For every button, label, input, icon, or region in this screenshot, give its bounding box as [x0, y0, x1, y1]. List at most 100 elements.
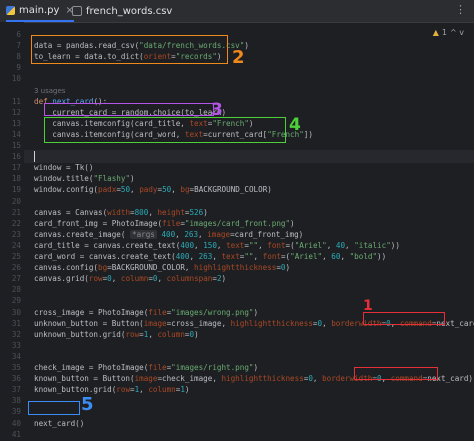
code-token: ,	[139, 385, 149, 395]
code-token: ,	[130, 185, 140, 195]
code-token: padx	[98, 185, 117, 195]
annotation-number-purple: 3	[211, 100, 223, 120]
tab-french-words-csv[interactable]: french_words.csv	[72, 0, 172, 22]
code-token: "images/card_front.png"	[184, 218, 291, 228]
more-tabs-icon[interactable]: ⋮	[455, 3, 466, 16]
code-token: column	[120, 274, 149, 284]
code-token: command	[390, 374, 423, 384]
parameter-hint: *args	[130, 229, 157, 239]
code-token: =next_card)	[422, 374, 473, 384]
code-token: command	[399, 318, 432, 328]
code-editor[interactable]: 6 7 data = pandas.read_csv("data/french_wo…	[0, 22, 474, 439]
code-token: =(	[285, 240, 295, 250]
code-token: "italic"	[354, 240, 391, 250]
code-token: ,	[326, 240, 336, 250]
code-token: known_button.grid(	[34, 385, 117, 395]
code-token: 40	[335, 240, 346, 250]
annotation-number-blue: 5	[81, 394, 94, 415]
code-token: canvas.itemconfig(card_title,	[34, 118, 190, 128]
code-token: text	[189, 118, 208, 128]
code-token: font	[267, 240, 286, 250]
code-token: "Flashy"	[93, 174, 131, 184]
code-token: highlightthickness	[230, 318, 313, 328]
code-token: )	[221, 274, 227, 284]
code-token: ,	[312, 374, 323, 384]
code-token: "records"	[175, 52, 217, 62]
code-token: canvas.create_image(	[34, 229, 131, 239]
code-token: )	[130, 174, 135, 184]
code-token: =check_image,	[157, 374, 222, 384]
code-token: 263	[198, 252, 213, 261]
text-caret	[34, 151, 35, 163]
code-token: window.title(	[34, 174, 94, 184]
code-token: ,	[258, 240, 268, 250]
code-token: image	[207, 229, 231, 239]
code-token: text	[226, 240, 245, 250]
code-token: )	[248, 118, 254, 128]
code-token: check_image = PhotoImage(	[34, 363, 149, 372]
code-token: borderwidth	[331, 318, 382, 328]
code-token: =card_front_img)	[230, 229, 304, 239]
code-token: highlightthickness	[194, 263, 277, 273]
code-token: card_word = canvas.create_text(	[34, 252, 176, 261]
code-token: window.config(	[34, 185, 99, 195]
code-token: 800	[134, 207, 149, 217]
line-number: 41	[11, 429, 21, 439]
csv-file-icon	[72, 6, 82, 16]
code-token: text	[184, 129, 204, 139]
code-token: column	[148, 385, 176, 395]
code-token: row	[125, 329, 140, 339]
code-token: "Ariel"	[290, 252, 323, 261]
code-token: text	[221, 252, 240, 261]
code-token: =next_card)	[431, 318, 474, 328]
code-token: ,	[111, 274, 121, 284]
python-file-icon	[6, 5, 15, 15]
code-token: 400	[175, 252, 190, 261]
code-token: "French"	[212, 118, 249, 128]
code-token: ))	[390, 240, 400, 250]
usages-hint[interactable]: 3 usages	[34, 87, 65, 95]
code-token: row	[88, 274, 103, 284]
code-token: 50	[162, 185, 172, 195]
code-token: pady	[139, 185, 158, 195]
code-token: next_card	[52, 96, 94, 106]
code-token: to_learn = data.to_dict(	[34, 52, 144, 62]
code-token: card_title = canvas.create_text(	[34, 240, 181, 250]
code-token: )	[194, 329, 199, 339]
tab-main-py[interactable]: main.py ×	[6, 0, 74, 22]
code-token: )	[216, 52, 222, 62]
code-line[interactable]: 41	[0, 428, 474, 441]
code-token: font	[262, 252, 281, 261]
code-token: 50	[120, 185, 131, 195]
code-token: ,	[189, 252, 199, 261]
code-token: canvas.grid(	[34, 274, 89, 284]
code-token: "images/wrong.png"	[171, 307, 254, 317]
annotation-number-red: 1	[363, 298, 373, 314]
code-token: ,	[381, 374, 391, 384]
code-token: file	[162, 218, 181, 228]
code-token: image	[134, 374, 158, 384]
code-token: 400	[180, 240, 195, 250]
code-token: )	[253, 307, 259, 317]
code-token: file	[148, 307, 167, 317]
code-token: borderwidth	[322, 374, 373, 384]
code-token: )	[184, 385, 190, 395]
code-token: next_card()	[34, 418, 85, 428]
code-token: ,	[175, 229, 185, 239]
code-token: ,	[345, 240, 355, 250]
code-token: image	[143, 318, 167, 328]
code-token: 400	[161, 229, 176, 239]
code-token: ,	[390, 318, 400, 328]
code-token: def	[34, 96, 53, 106]
code-token: window = Tk()	[34, 163, 94, 173]
code-token: unknown_button.grid(	[34, 329, 126, 339]
code-token: 150	[203, 240, 217, 250]
tab-label: main.py	[19, 4, 60, 16]
code-token: ,	[253, 252, 263, 261]
code-token: ""	[244, 252, 254, 261]
code-token: ():	[93, 96, 108, 106]
code-token: current_card = random.choice(to_learn)	[34, 107, 227, 117]
code-token: )	[290, 218, 295, 228]
code-token: "Ariel"	[294, 240, 327, 250]
code-token: ,	[157, 274, 167, 284]
